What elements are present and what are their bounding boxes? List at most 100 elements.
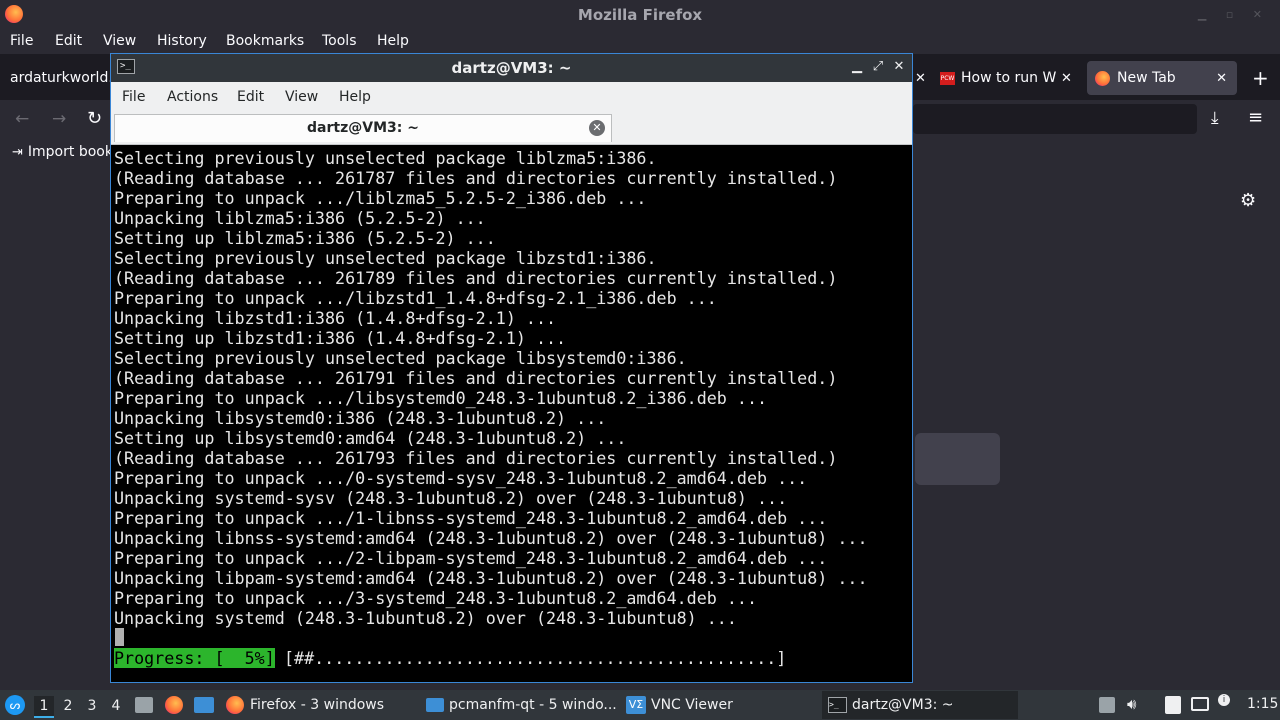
ff-tab-label: New Tab: [1117, 70, 1176, 86]
close-icon[interactable]: ✕: [890, 58, 908, 76]
close-icon[interactable]: ✕: [1061, 71, 1072, 86]
maximize-icon[interactable]: ⤢: [869, 58, 887, 76]
terminal-cursor: [115, 628, 124, 646]
new-tab-search-card[interactable]: [915, 433, 1000, 485]
ff-tab-label: ardaturkworld.i: [10, 70, 117, 86]
hamburger-menu-icon[interactable]: ≡: [1248, 107, 1263, 128]
download-icon[interactable]: ⤓: [1211, 108, 1219, 128]
ff-menu-file[interactable]: File: [10, 33, 33, 49]
term-menu-view[interactable]: View: [285, 89, 318, 105]
terminal-line: (Reading database ... 261787 files and d…: [114, 168, 838, 188]
terminal-line: Selecting previously unselected package …: [114, 248, 657, 268]
terminal-window: >_ dartz@VM3: ~ ▁ ⤢ ✕ File Actions Edit …: [110, 53, 913, 683]
terminal-icon: >_: [828, 697, 847, 713]
terminal-line: Setting up liblzma5:i386 (5.2.5-2) ...: [114, 228, 496, 248]
task-label: VNC Viewer: [651, 697, 733, 713]
reload-icon[interactable]: ↻: [87, 108, 102, 129]
url-bar[interactable]: [913, 104, 1197, 134]
file-manager-launcher-icon[interactable]: [194, 697, 214, 713]
terminal-line: Preparing to unpack .../libsystemd0_248.…: [114, 388, 768, 408]
folder-icon: [426, 698, 444, 712]
terminal-line: (Reading database ... 261793 files and d…: [114, 448, 838, 468]
term-menu-edit[interactable]: Edit: [237, 89, 264, 105]
pcw-favicon-icon: PCW: [940, 71, 955, 85]
workspace-4[interactable]: 4: [106, 696, 126, 716]
terminal-line: Preparing to unpack .../2-libpam-systemd…: [114, 548, 828, 568]
terminal-line: Preparing to unpack .../3-systemd_248.3-…: [114, 588, 757, 608]
firefox-launcher-icon[interactable]: [165, 696, 183, 714]
terminal-line: Selecting previously unselected package …: [114, 348, 687, 368]
ff-tab-label: How to run Wi: [961, 70, 1057, 86]
gear-icon[interactable]: ⚙: [1240, 190, 1256, 211]
terminal-tabbar: dartz@VM3: ~ ✕: [111, 112, 912, 145]
term-menu-actions[interactable]: Actions: [167, 89, 218, 105]
terminal-line: (Reading database ... 261791 files and d…: [114, 368, 838, 388]
firefox-titlebar[interactable]: Mozilla Firefox ▁ ▫ ✕: [0, 0, 1280, 30]
ff-menu-history[interactable]: History: [157, 33, 207, 49]
taskbar-task-pcmanfm[interactable]: pcmanfm-qt - 5 windo...: [422, 691, 618, 719]
taskbar-task-terminal[interactable]: >_ dartz@VM3: ~: [822, 691, 1018, 719]
terminal-line: Unpacking libsystemd0:i386 (248.3-1ubunt…: [114, 408, 607, 428]
taskbar-task-vnc[interactable]: VΣ VNC Viewer: [622, 691, 812, 719]
back-arrow-icon[interactable]: ←: [15, 109, 29, 129]
firefox-favicon-icon: [1095, 70, 1110, 86]
minimize-icon[interactable]: ▁: [848, 58, 866, 76]
terminal-window-title: dartz@VM3: ~: [451, 59, 572, 77]
workspace-3[interactable]: 3: [82, 696, 102, 716]
workspace-1[interactable]: 1: [34, 696, 54, 718]
notification-icon[interactable]: i: [1218, 694, 1230, 706]
eject-icon[interactable]: [1099, 697, 1115, 713]
terminal-tab[interactable]: dartz@VM3: ~ ✕: [114, 114, 612, 142]
terminal-line: Unpacking libzstd1:i386 (1.4.8+dfsg-2.1)…: [114, 308, 557, 328]
close-icon[interactable]: ✕: [1216, 71, 1227, 86]
firefox-icon: [226, 696, 244, 714]
import-bookmarks-label: Import book: [27, 144, 113, 160]
task-label: dartz@VM3: ~: [852, 697, 954, 713]
forward-arrow-icon[interactable]: →: [52, 109, 66, 129]
progress-label: Progress: [ 5%]: [114, 648, 275, 668]
progress-bar-text: [##.....................................…: [284, 648, 787, 668]
vnc-icon: VΣ: [626, 696, 646, 714]
terminal-line: Preparing to unpack .../liblzma5_5.2.5-2…: [114, 188, 647, 208]
terminal-line: Selecting previously unselected package …: [114, 148, 657, 168]
terminal-line: Unpacking systemd (248.3-1ubuntu8.2) ove…: [114, 608, 737, 628]
start-menu-icon[interactable]: ᔕ: [5, 695, 25, 715]
close-tab-icon[interactable]: ✕: [589, 120, 605, 136]
taskbar: ᔕ 1 2 3 4 Firefox - 3 windows pcmanfm-qt…: [0, 690, 1280, 720]
terminal-line: Unpacking liblzma5:i386 (5.2.5-2) ...: [114, 208, 486, 228]
ff-menu-view[interactable]: View: [103, 33, 136, 49]
ff-menu-bookmarks[interactable]: Bookmarks: [226, 33, 304, 49]
terminal-screen[interactable]: Selecting previously unselected package …: [114, 148, 909, 678]
ff-menu-help[interactable]: Help: [377, 33, 409, 49]
term-menu-help[interactable]: Help: [339, 89, 371, 105]
terminal-line: Preparing to unpack .../libzstd1_1.4.8+d…: [114, 288, 717, 308]
term-menu-file[interactable]: File: [122, 89, 145, 105]
task-label: pcmanfm-qt - 5 windo...: [449, 697, 617, 713]
ff-menu-tools[interactable]: Tools: [322, 33, 357, 49]
terminal-line: Unpacking libnss-systemd:amd64 (248.3-1u…: [114, 528, 868, 548]
workspace-2[interactable]: 2: [58, 696, 78, 716]
terminal-line: Preparing to unpack .../1-libnss-systemd…: [114, 508, 828, 528]
terminal-line: Setting up libzstd1:i386 (1.4.8+dfsg-2.1…: [114, 328, 567, 348]
ff-tab-how-to-run[interactable]: PCW How to run Wi ✕: [940, 61, 1080, 95]
terminal-line: Preparing to unpack .../0-systemd-sysv_2…: [114, 468, 808, 488]
new-tab-plus-icon[interactable]: +: [1252, 61, 1269, 95]
network-icon[interactable]: [1191, 697, 1209, 711]
ff-tab-close-hidden-icon[interactable]: ✕: [915, 61, 926, 95]
clock[interactable]: 1:15: [1247, 696, 1278, 712]
ff-tab-new-tab[interactable]: New Tab ✕: [1087, 61, 1237, 95]
firefox-window-controls[interactable]: ▁ ▫ ✕: [1198, 8, 1270, 21]
clipboard-icon[interactable]: [1165, 696, 1181, 714]
terminal-titlebar[interactable]: >_ dartz@VM3: ~ ▁ ⤢ ✕: [111, 54, 912, 82]
terminal-menubar: File Actions Edit View Help: [111, 82, 912, 112]
task-label: Firefox - 3 windows: [250, 697, 385, 713]
firefox-menubar: File Edit View History Bookmarks Tools H…: [0, 30, 1280, 54]
terminal-line: Unpacking libpam-systemd:amd64 (248.3-1u…: [114, 568, 868, 588]
taskbar-task-firefox[interactable]: Firefox - 3 windows: [222, 691, 412, 719]
ff-menu-edit[interactable]: Edit: [55, 33, 82, 49]
import-icon: ⇥: [12, 144, 23, 160]
show-desktop-icon[interactable]: [135, 697, 153, 713]
ff-tab-ardaturkworld[interactable]: ardaturkworld.i: [10, 61, 117, 95]
import-bookmarks-button[interactable]: ⇥ Import book: [12, 144, 113, 160]
volume-icon[interactable]: 🔊︎: [1127, 695, 1136, 713]
